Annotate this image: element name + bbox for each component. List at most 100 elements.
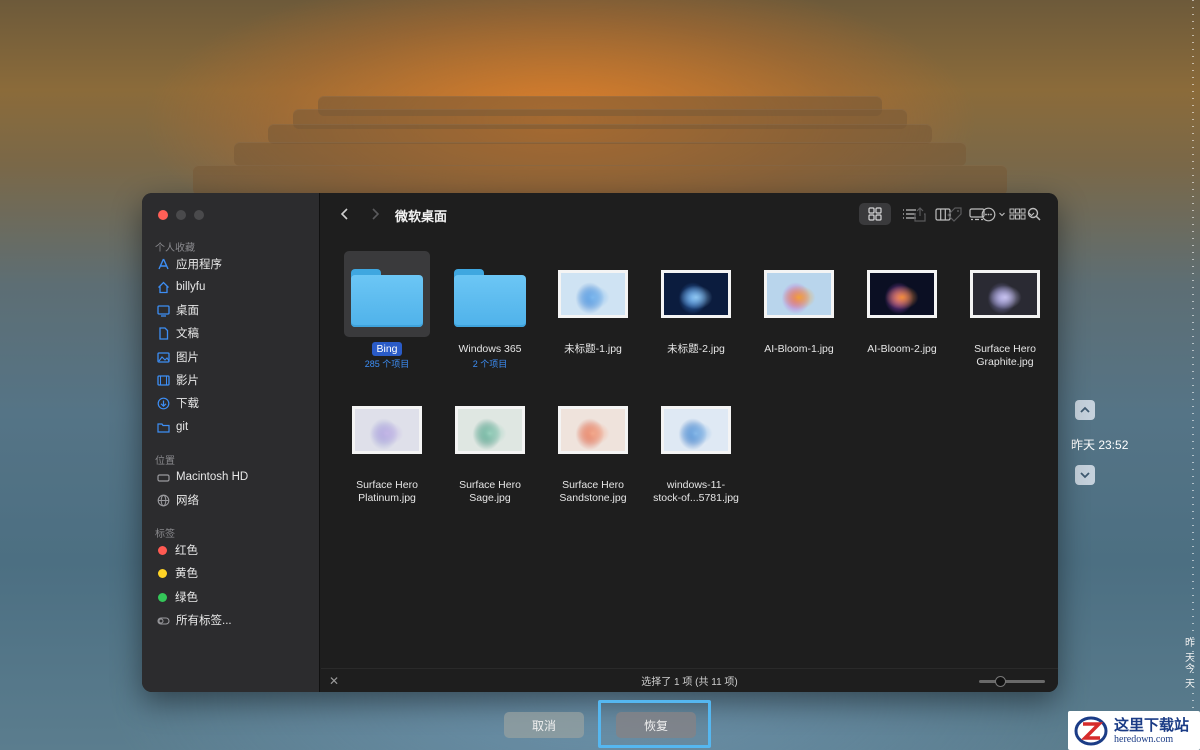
image-thumbnail-icon [558, 406, 628, 454]
sidebar-item-desktop[interactable]: 桌面 [156, 300, 314, 320]
file-item[interactable]: windows-11- stock-of...5781.jpg [646, 387, 746, 505]
sidebar-item-network[interactable]: 网络 [156, 490, 314, 510]
download-icon [156, 396, 170, 410]
file-item[interactable]: Surface Hero Sage.jpg [440, 387, 540, 505]
green-tag-icon [158, 592, 167, 602]
file-item[interactable]: AI-Bloom-1.jpg [749, 251, 849, 356]
chevron-down-icon [1080, 472, 1090, 479]
image-thumbnail-icon [558, 270, 628, 318]
sidebar-item-label: 下载 [176, 398, 199, 410]
icon-view-icon [868, 207, 882, 221]
finder-window: 个人收藏 应用程序 billyfu 桌面 文稿 图片 影片 下载 git 位置 … [142, 193, 1058, 692]
more-button[interactable] [978, 203, 1010, 225]
share-button[interactable] [1053, 203, 1058, 225]
more-icon [981, 207, 1005, 221]
item-thumbnail[interactable] [447, 387, 533, 473]
image-thumbnail-icon [970, 270, 1040, 318]
file-item[interactable]: AI-Bloom-2.jpg [852, 251, 952, 356]
status-bar: ✕ 选择了 1 项 (共 11 项) [321, 668, 1058, 692]
back-button[interactable] [335, 203, 355, 225]
folder-icon [351, 269, 423, 327]
chevron-up-icon [1080, 406, 1090, 413]
sidebar-item-applications[interactable]: 应用程序 [156, 254, 314, 274]
item-name: Windows 365 [458, 343, 522, 355]
item-thumbnail[interactable] [550, 387, 636, 473]
item-thumbnail[interactable] [756, 251, 842, 337]
folder-item[interactable]: Windows 365 2 个项目 [440, 251, 540, 370]
item-thumbnail[interactable] [344, 251, 430, 337]
sidebar-item-label: 红色 [175, 545, 198, 557]
backup-window-stack-5 [193, 165, 1007, 195]
item-thumbnail[interactable] [344, 387, 430, 473]
timeline-label-today: 今天 [1185, 664, 1195, 690]
back-icon [340, 208, 348, 220]
sidebar-item-documents[interactable]: 文稿 [156, 323, 314, 343]
item-thumbnail[interactable] [859, 251, 945, 337]
item-thumbnail[interactable] [550, 251, 636, 337]
folder-item[interactable]: Bing 285 个项目 [337, 251, 437, 370]
sidebar-item-tag-yellow[interactable]: 黄色 [156, 563, 314, 583]
tag-button[interactable] [943, 203, 965, 225]
cancel-button[interactable]: 取消 [504, 712, 584, 738]
restore-button[interactable]: 恢复 [616, 712, 696, 738]
item-thumbnail[interactable] [653, 387, 739, 473]
file-item[interactable]: Surface Hero Platinum.jpg [337, 387, 437, 505]
icon-size-slider[interactable] [979, 676, 1045, 687]
item-count: 2 个项目 [472, 359, 508, 369]
close-icon[interactable]: ✕ [329, 674, 339, 688]
file-item[interactable]: 未标题-2.jpg [646, 251, 746, 356]
folder-icon [454, 269, 526, 327]
sidebar-item-label: 文稿 [176, 328, 199, 340]
sidebar-item-tag-green[interactable]: 绿色 [156, 587, 314, 607]
timeline[interactable]: 昨天 今天 [1120, 0, 1200, 750]
heredown-logo-icon [1074, 716, 1108, 746]
share-button-icon-holder[interactable] [911, 203, 929, 225]
sidebar-item-label: 所有标签... [176, 615, 232, 627]
sidebar-item-git[interactable]: git [156, 417, 314, 437]
forward-button[interactable] [365, 203, 385, 225]
image-thumbnail-icon [764, 270, 834, 318]
item-name: 未标题-1.jpg [564, 343, 622, 355]
document-icon [156, 326, 170, 340]
file-item[interactable]: Surface Hero Graphite.jpg [955, 251, 1055, 369]
close-window-button[interactable] [158, 210, 168, 220]
sidebar-item-movies[interactable]: 影片 [156, 370, 314, 390]
file-browser: 微软桌面 Bing 285 个项目 Windows 365 2 个项目 未标题-1.jp… [321, 193, 1058, 692]
sidebar-item-macintosh-hd[interactable]: Macintosh HD [156, 467, 314, 487]
previous-snapshot-button[interactable] [1075, 400, 1095, 420]
image-thumbnail-icon [867, 270, 937, 318]
disk-icon [156, 470, 170, 484]
sidebar-item-label: 黄色 [175, 568, 198, 580]
item-name: windows-11- stock-of...5781.jpg [653, 479, 739, 504]
next-snapshot-button[interactable] [1075, 465, 1095, 485]
file-item[interactable]: Surface Hero Sandstone.jpg [543, 387, 643, 505]
sidebar-item-downloads[interactable]: 下载 [156, 393, 314, 413]
search-button[interactable] [1024, 203, 1044, 225]
sidebar-item-label: 桌面 [176, 305, 199, 317]
image-thumbnail-icon [455, 406, 525, 454]
item-thumbnail[interactable] [962, 251, 1048, 337]
item-name: Surface Hero Graphite.jpg [974, 343, 1036, 368]
item-thumbnail[interactable] [447, 251, 533, 337]
all-tags-icon [156, 613, 170, 627]
sidebar-item-label: 影片 [176, 375, 199, 387]
sidebar-item-all-tags[interactable]: 所有标签... [156, 610, 314, 630]
zoom-window-button[interactable] [194, 210, 204, 220]
sidebar-item-home[interactable]: billyfu [156, 277, 314, 297]
sidebar-item-tag-red[interactable]: 红色 [156, 540, 314, 560]
item-thumbnail[interactable] [653, 251, 739, 337]
sidebar-item-label: Macintosh HD [176, 471, 249, 483]
yellow-tag-icon [158, 568, 167, 578]
icon-view-button[interactable] [859, 203, 891, 225]
sidebar-item-label: 应用程序 [176, 259, 222, 271]
sidebar-item-pictures[interactable]: 图片 [156, 347, 314, 367]
status-text: 选择了 1 项 (共 11 项) [641, 677, 738, 688]
slider-knob[interactable] [995, 676, 1007, 687]
search-icon [1027, 207, 1041, 221]
item-name: Bing [337, 342, 437, 356]
minimize-window-button[interactable] [176, 210, 186, 220]
sidebar-item-label: git [176, 421, 189, 433]
image-thumbnail-icon [661, 406, 731, 454]
file-item[interactable]: 未标题-1.jpg [543, 251, 643, 356]
home-icon [156, 280, 170, 294]
